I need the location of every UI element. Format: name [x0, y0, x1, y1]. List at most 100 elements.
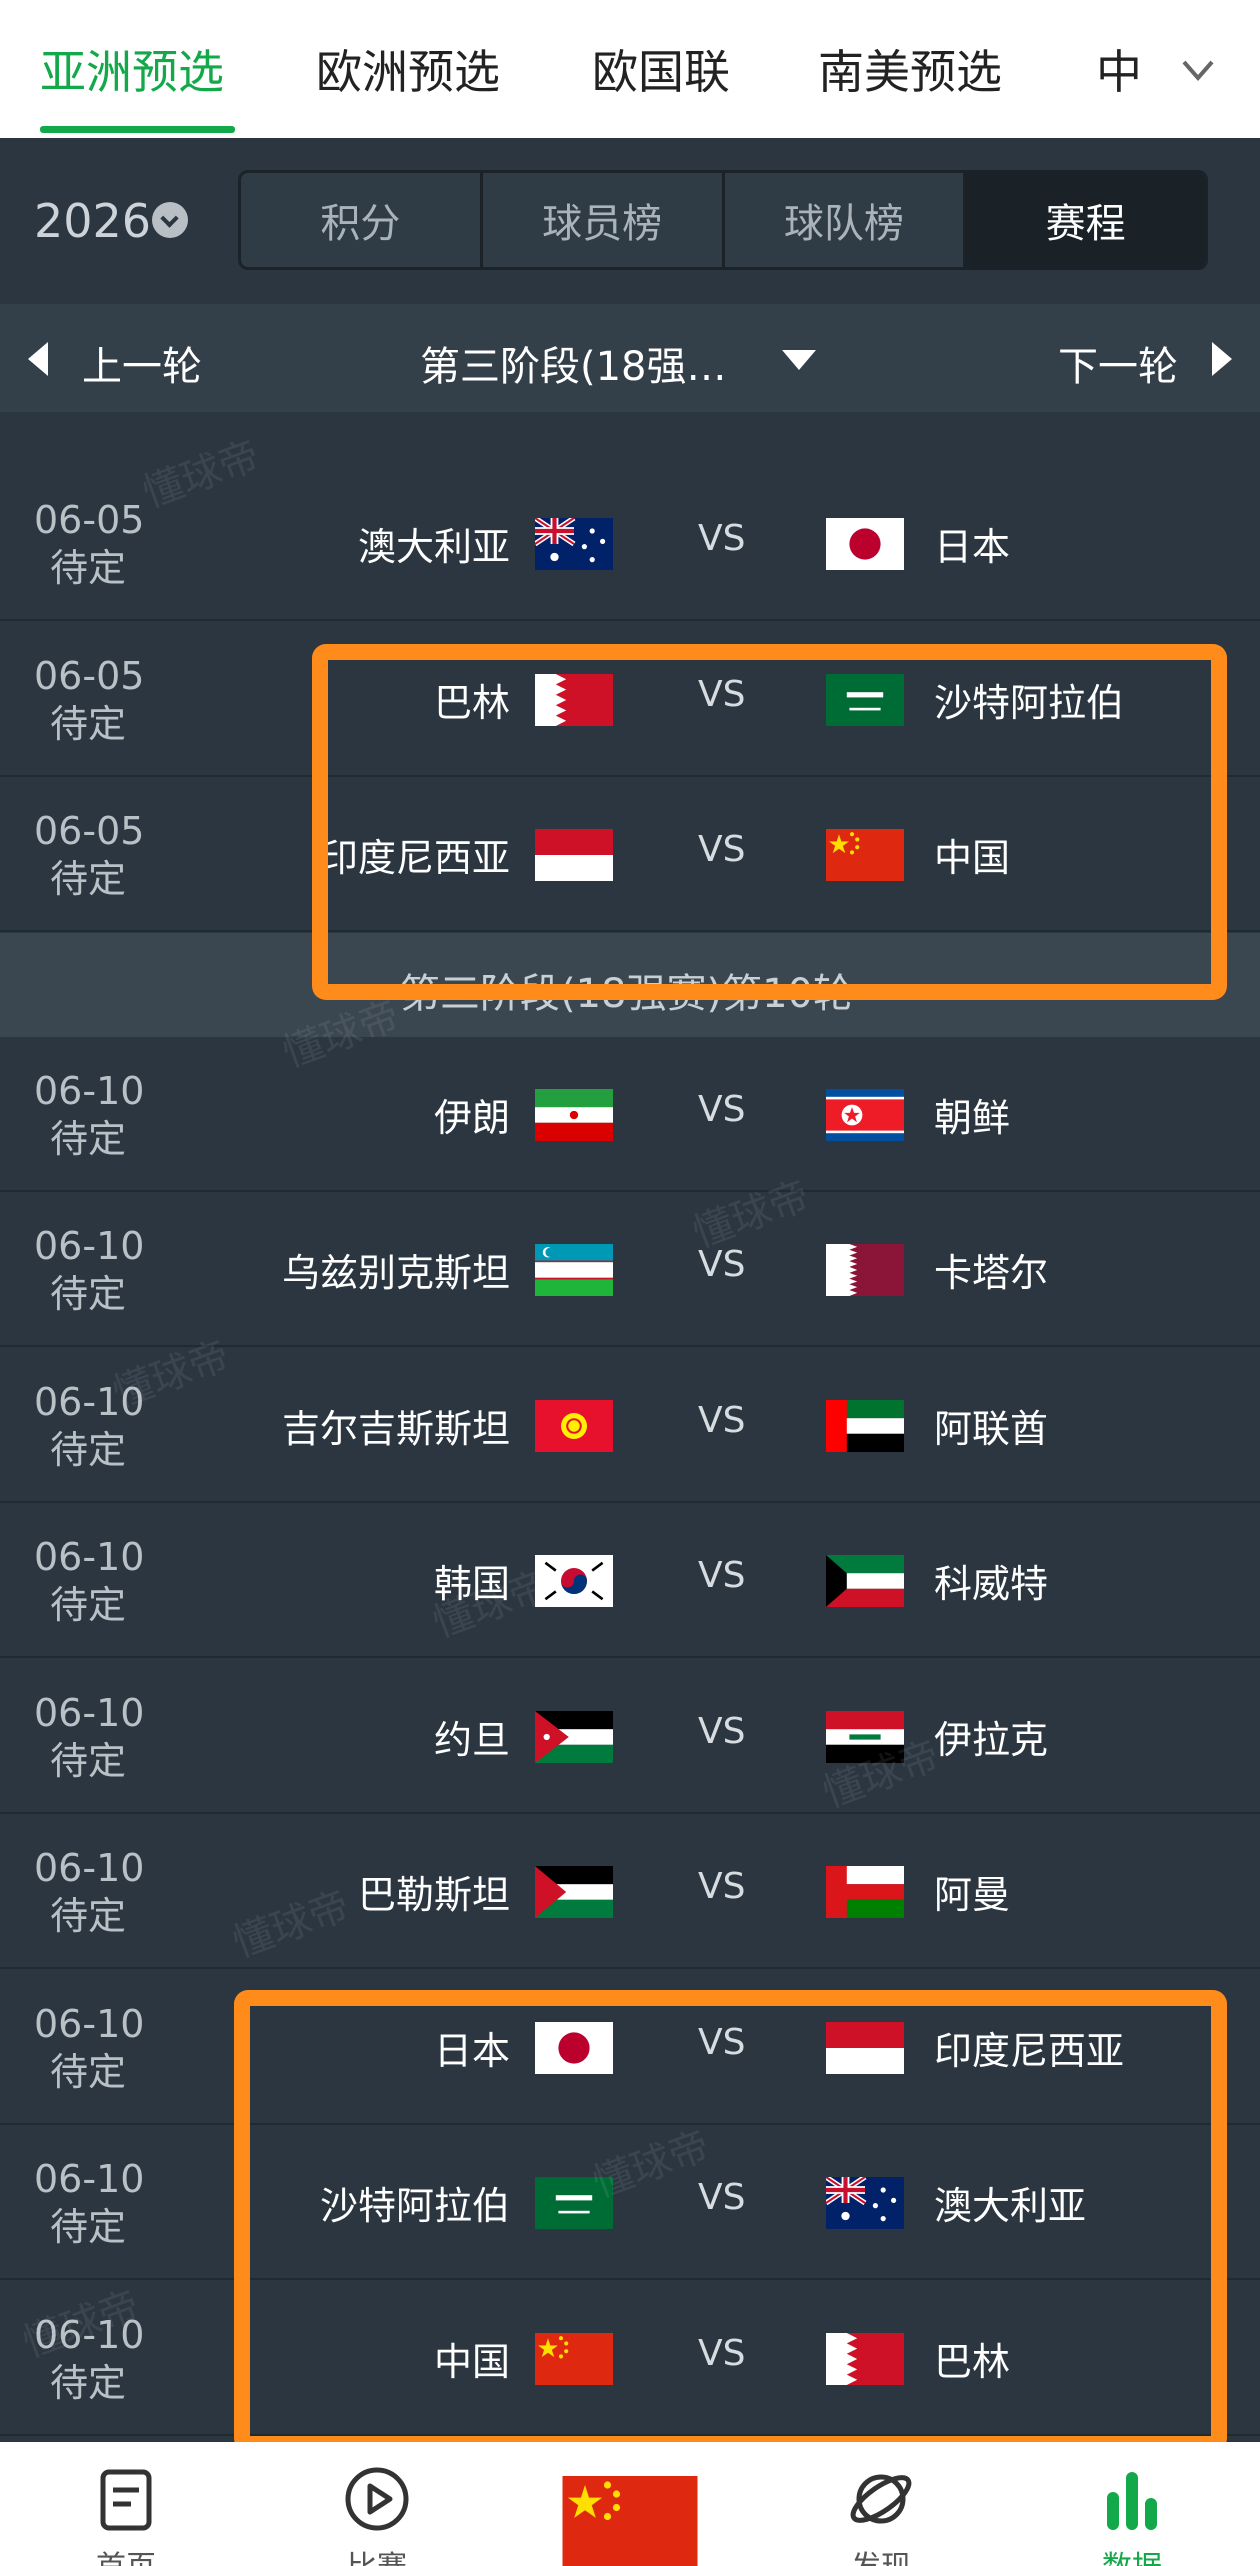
home-team: 乌兹别克斯坦 [281, 1251, 510, 1295]
next-round-button[interactable]: 下一轮 [1058, 334, 1178, 392]
vs-label: VS [698, 2022, 746, 2063]
nav-label: 首页 [46, 2542, 206, 2566]
match-row[interactable]: 06-10 待定 乌兹别克斯坦 VS 卡塔尔 [0, 1192, 1260, 1347]
round-selector[interactable]: 第三阶段(18强… [420, 334, 727, 392]
match-status: 待定 [50, 857, 127, 901]
chevron-down-icon[interactable] [1180, 52, 1216, 88]
indonesia-flag-icon [535, 829, 613, 881]
tab-south-america-qualifiers[interactable]: 南美预选 [818, 36, 1002, 102]
nav-label: 发现 [801, 2542, 961, 2566]
match-row[interactable]: 06-10 待定 中国 VS 巴林 [0, 2281, 1260, 2436]
vs-label: VS [698, 518, 746, 559]
match-status: 待定 [50, 1117, 127, 1161]
match-date: 06-10 [34, 1846, 145, 1890]
indonesia-flag-icon [826, 2022, 904, 2074]
tab-player-ranking[interactable]: 球员榜 [483, 173, 725, 267]
vs-label: VS [698, 1400, 746, 1441]
japan-flag-icon [535, 2022, 613, 2074]
match-row[interactable]: 06-10 待定 巴勒斯坦 VS 阿曼 [0, 1814, 1260, 1969]
match-date: 06-10 [34, 2002, 145, 2046]
bottom-navigation: 首页 比赛 发现 数据 [0, 2442, 1260, 2566]
match-row[interactable]: 06-10 待定 伊朗 VS 朝鲜 [0, 1037, 1260, 1192]
match-status: 待定 [50, 2050, 127, 2094]
match-row[interactable]: 06-10 待定 韩国 VS 科威特 [0, 1503, 1260, 1658]
round-section-header: 第三阶段(18强赛)第10轮 [0, 933, 1260, 1037]
tab-schedule[interactable]: 赛程 [966, 173, 1205, 267]
tab-more[interactable]: 中 [1096, 36, 1142, 102]
north-korea-flag-icon [826, 1089, 904, 1141]
round-navigation: 上一轮 第三阶段(18强… 下一轮 [0, 304, 1260, 412]
match-status: 待定 [50, 1583, 127, 1627]
tab-europe-qualifiers[interactable]: 欧洲预选 [316, 36, 500, 102]
jordan-flag-icon [535, 1711, 613, 1763]
away-team: 日本 [934, 525, 1011, 569]
tab-standings[interactable]: 积分 [241, 173, 483, 267]
vs-label: VS [698, 2177, 746, 2218]
match-status: 待定 [50, 1272, 127, 1316]
australia-flag-icon [535, 518, 613, 570]
season-bar: 2026 积分 球员榜 球队榜 赛程 [0, 138, 1260, 304]
arrow-right-icon[interactable] [1212, 342, 1232, 376]
match-row[interactable]: 06-05 待定 印度尼西亚 VS 中国 [0, 777, 1260, 932]
previous-round-button[interactable]: 上一轮 [82, 334, 202, 392]
match-row[interactable]: 06-05 待定 巴林 VS 沙特阿拉伯 [0, 622, 1260, 777]
match-list: 待定 06-05待定澳大利亚VS日本 06-05待定巴林VS沙特阿拉伯 06-0… [0, 412, 1260, 2442]
play-icon [345, 2467, 409, 2531]
match-date: 06-05 [34, 809, 145, 853]
caret-down-icon[interactable] [782, 350, 816, 370]
home-team: 日本 [433, 2029, 510, 2073]
home-team: 中国 [433, 2340, 510, 2384]
vs-label: VS [698, 1711, 746, 1752]
vs-label: VS [698, 1555, 746, 1596]
document-icon [100, 2469, 152, 2531]
match-status: 待定 [50, 1739, 127, 1783]
match-date: 06-10 [34, 2157, 145, 2201]
match-date: 06-05 [34, 498, 145, 542]
vs-label: VS [698, 1866, 746, 1907]
match-row[interactable]: 06-10 待定 约旦 VS 伊拉克 [0, 1659, 1260, 1814]
home-team: 巴勒斯坦 [357, 1873, 510, 1917]
kuwait-flag-icon [826, 1555, 904, 1607]
away-team: 科威特 [934, 1562, 1049, 1606]
japan-flag-icon [826, 518, 904, 570]
away-team: 沙特阿拉伯 [934, 681, 1125, 725]
planet-icon [850, 2474, 912, 2524]
bahrain-flag-icon [535, 674, 613, 726]
away-team: 朝鲜 [934, 1096, 1011, 1140]
match-status: 待定 [50, 1894, 127, 1938]
tab-nations-league[interactable]: 欧国联 [592, 36, 730, 102]
nav-data[interactable]: 数据 [1052, 2442, 1212, 2566]
match-date: 06-10 [34, 1069, 145, 1113]
arrow-left-icon[interactable] [28, 342, 48, 376]
vs-label: VS [698, 674, 746, 715]
home-team: 澳大利亚 [357, 525, 510, 569]
match-date: 06-10 [34, 1691, 145, 1735]
nav-matches[interactable]: 比赛 [297, 2442, 457, 2566]
tab-asia-qualifiers[interactable]: 亚洲预选 [40, 36, 224, 102]
australia-flag-icon [826, 2177, 904, 2229]
china-flag-icon[interactable] [562, 2476, 698, 2566]
stats-segmented-control: 积分 球员榜 球队榜 赛程 [238, 170, 1208, 270]
home-team: 巴林 [433, 681, 510, 725]
away-team: 中国 [934, 836, 1011, 880]
match-date: 06-05 [34, 654, 145, 698]
season-year[interactable]: 2026 [34, 194, 151, 248]
tab-team-ranking[interactable]: 球队榜 [725, 173, 967, 267]
active-tab-indicator [40, 126, 235, 133]
palestine-flag-icon [535, 1866, 613, 1918]
match-row[interactable]: 06-10 待定 日本 VS 印度尼西亚 [0, 1970, 1260, 2125]
nav-home[interactable]: 首页 [46, 2442, 206, 2566]
home-team: 吉尔吉斯斯坦 [281, 1407, 510, 1451]
match-status: 待定 [50, 702, 127, 746]
section-title: 第三阶段(18强赛)第10轮 [400, 971, 854, 1017]
vs-label: VS [698, 1089, 746, 1130]
nav-discover[interactable]: 发现 [801, 2442, 961, 2566]
saudi-flag-icon [826, 674, 904, 726]
away-team: 巴林 [934, 2340, 1011, 2384]
match-status: 待定 [50, 1428, 127, 1472]
away-team: 卡塔尔 [934, 1251, 1049, 1295]
uzbekistan-flag-icon [535, 1244, 613, 1296]
home-team: 约旦 [433, 1718, 510, 1762]
iran-flag-icon [535, 1089, 613, 1141]
chevron-down-icon[interactable] [152, 202, 188, 238]
